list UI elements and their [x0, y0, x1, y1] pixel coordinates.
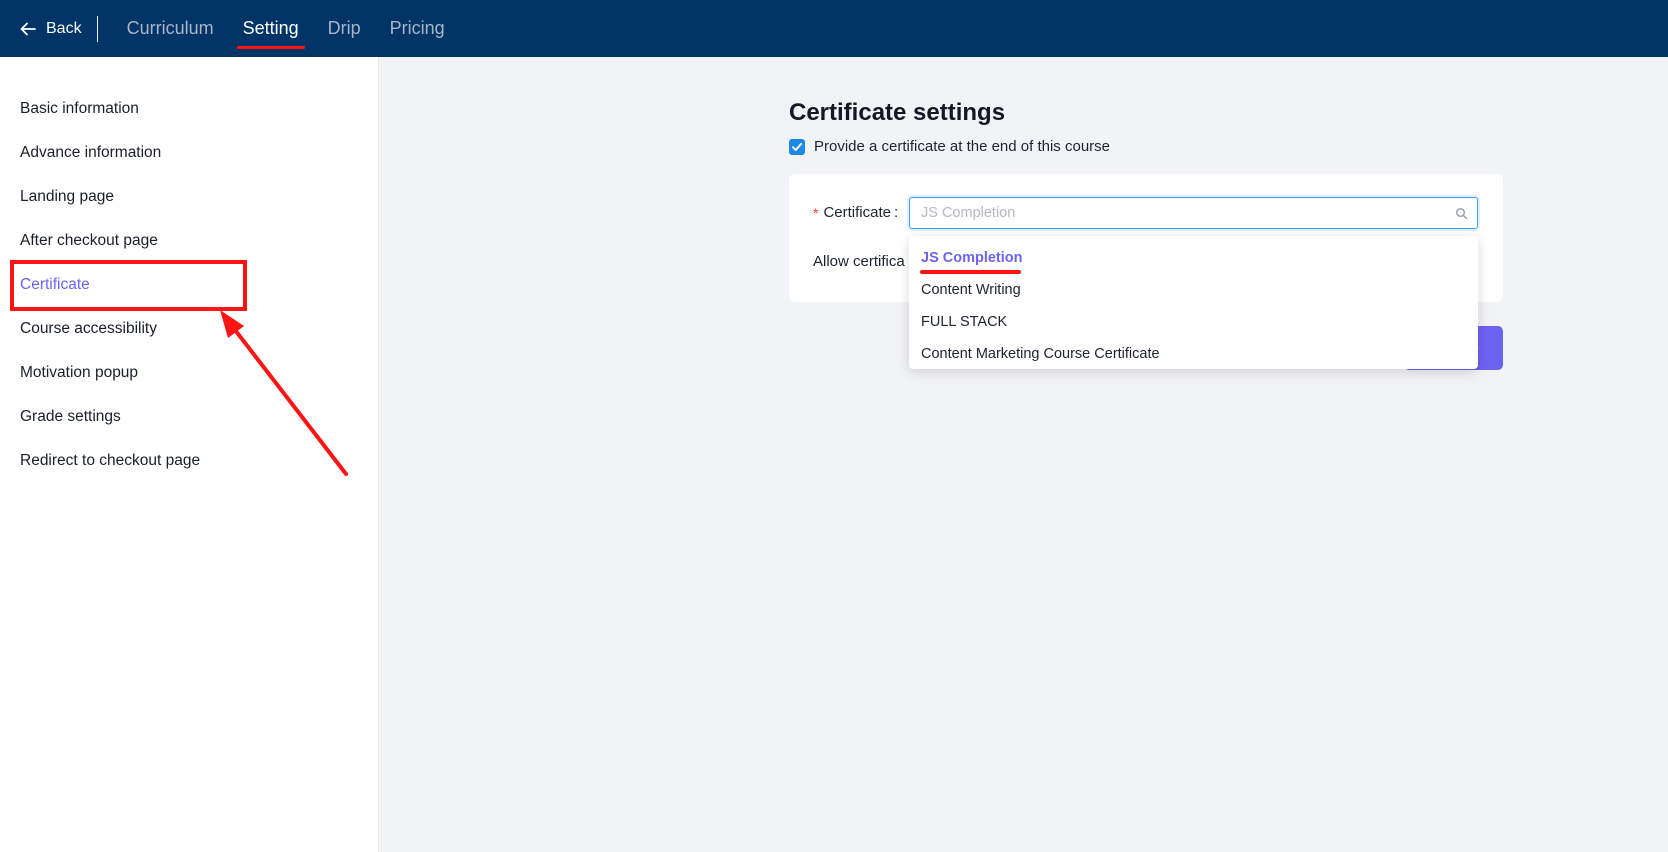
certificate-select[interactable]: JS Completion	[909, 197, 1478, 229]
page-title: Certificate settings	[789, 99, 1006, 126]
option-full-stack[interactable]: FULL STACK	[909, 306, 1478, 338]
tab-setting[interactable]: Setting	[236, 18, 305, 49]
provide-certificate-label: Provide a certificate at the end of this…	[814, 138, 1110, 155]
sidebar-item-advance-information[interactable]: Advance information	[20, 144, 161, 162]
tab-curriculum[interactable]: Curriculum	[127, 18, 214, 39]
annotation-underline	[920, 270, 1021, 274]
certificate-field-label: * Certificate :	[813, 204, 898, 221]
option-label: Content Marketing Course Certificate	[921, 346, 1160, 362]
certificate-dropdown: JS Completion Content Writing FULL STACK…	[909, 236, 1478, 369]
certificate-select-placeholder: JS Completion	[921, 205, 1016, 221]
top-navbar: Back Curriculum Setting Drip Pricing	[0, 0, 1668, 57]
required-mark: *	[813, 204, 819, 221]
arrow-left-icon	[20, 22, 36, 35]
sidebar-item-grade-settings[interactable]: Grade settings	[20, 408, 121, 426]
back-button[interactable]: Back	[19, 20, 82, 38]
search-icon	[1455, 207, 1468, 220]
allow-certificate-label: Allow certifica	[813, 253, 905, 270]
back-label: Back	[46, 19, 82, 37]
sidebar-item-course-accessibility[interactable]: Course accessibility	[20, 320, 157, 338]
certificate-label-text: Certificate	[823, 204, 891, 221]
provide-certificate-checkbox[interactable]	[789, 138, 805, 155]
annotation-highlight-box	[10, 260, 247, 311]
option-label: FULL STACK	[921, 314, 1008, 330]
sidebar-item-motivation-popup[interactable]: Motivation popup	[20, 364, 138, 382]
nav-divider	[96, 15, 98, 42]
sidebar-item-basic-information[interactable]: Basic information	[20, 100, 139, 118]
option-js-completion[interactable]: JS Completion	[909, 242, 1478, 274]
certificate-label-colon: :	[893, 204, 899, 221]
option-content-marketing-course-certificate[interactable]: Content Marketing Course Certificate	[909, 338, 1478, 370]
sidebar-item-redirect-to-checkout-page[interactable]: Redirect to checkout page	[20, 452, 200, 470]
tab-drip[interactable]: Drip	[328, 18, 361, 39]
sidebar-item-after-checkout-page[interactable]: After checkout page	[20, 232, 158, 250]
option-label: Content Writing	[921, 282, 1021, 298]
checkmark-icon	[792, 142, 802, 151]
provide-certificate-row: Provide a certificate at the end of this…	[789, 138, 1110, 155]
sidebar-item-landing-page[interactable]: Landing page	[20, 188, 114, 206]
settings-sidebar: Basic information Advance information La…	[0, 57, 379, 852]
option-label: JS Completion	[921, 250, 1023, 266]
option-content-writing[interactable]: Content Writing	[909, 274, 1478, 306]
tab-pricing[interactable]: Pricing	[390, 18, 445, 39]
